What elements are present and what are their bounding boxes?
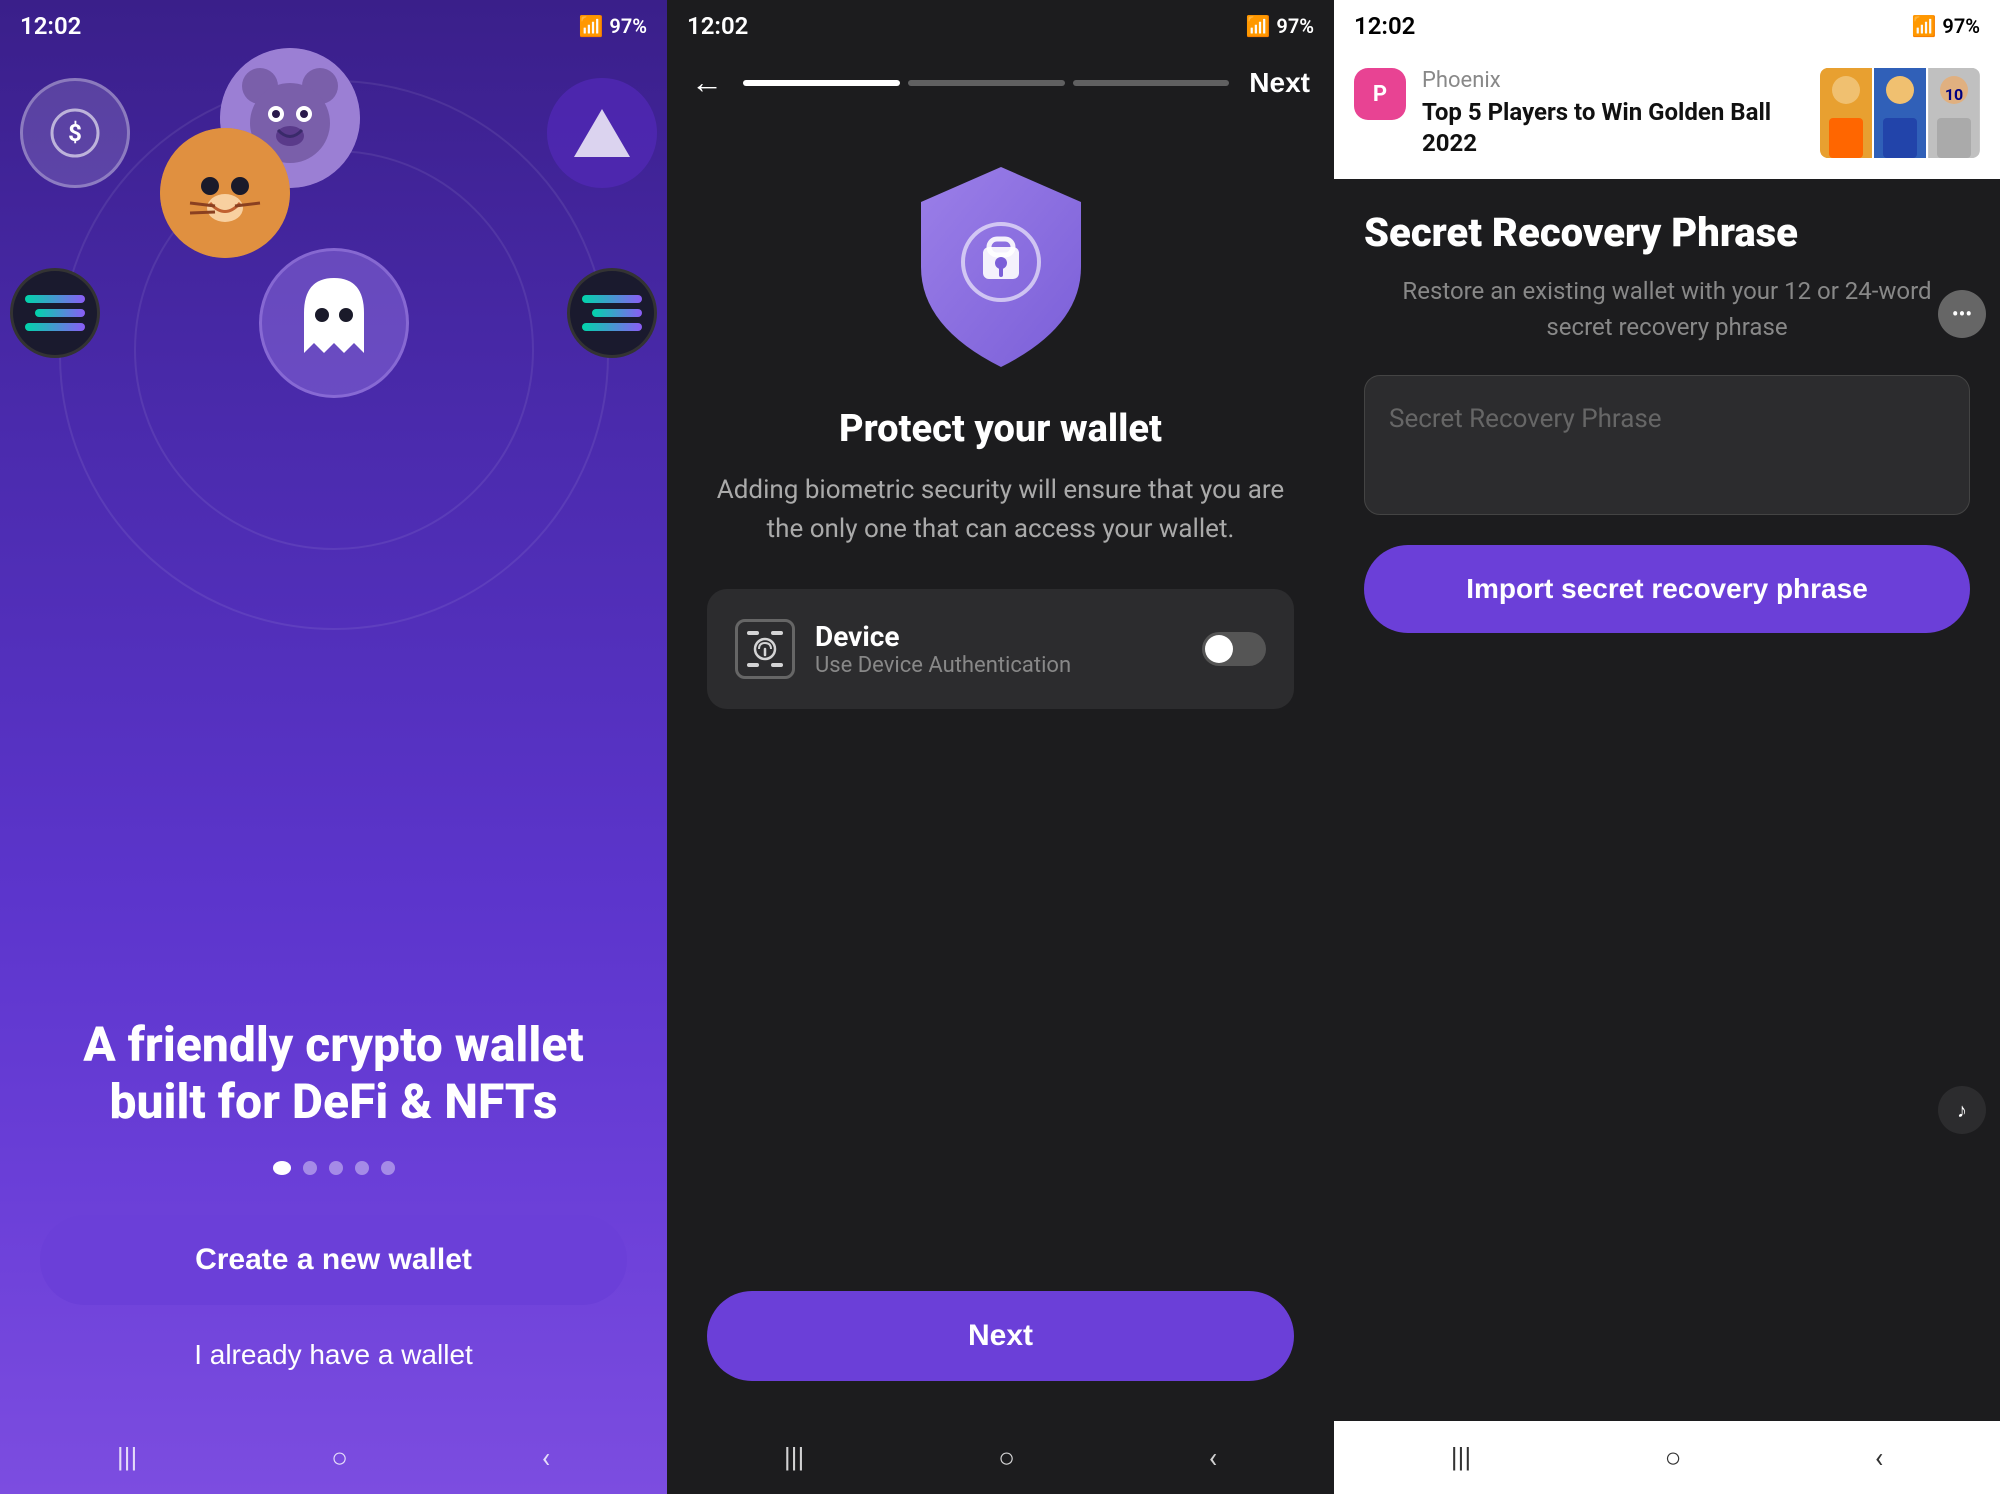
phoenix-notification[interactable]: P Phoenix Top 5 Players to Win Golden Ba… (1334, 48, 2000, 179)
next-button-main[interactable]: Next (707, 1291, 1294, 1381)
solana-stripes (25, 295, 85, 331)
home-icon-1[interactable]: ○ (331, 1441, 348, 1474)
back-icon-2[interactable]: ‹ (1209, 1441, 1217, 1474)
stripe-2 (35, 309, 85, 317)
player-2 (1874, 68, 1926, 158)
nav-bar-1: ||| ○ ‹ (0, 1421, 667, 1494)
spacer (707, 739, 1294, 1291)
more-options-button[interactable]: ••• (1938, 290, 1986, 338)
time-3: 12:02 (1354, 12, 1415, 40)
status-bar-3: 12:02 📶 97% (1334, 0, 2000, 48)
screen2-top-nav: ← Next (667, 48, 1334, 117)
have-wallet-button[interactable]: I already have a wallet (40, 1329, 627, 1381)
progress-seg-3 (1073, 80, 1230, 86)
device-sub: Use Device Authentication (815, 653, 1071, 678)
ghost-icon (259, 248, 409, 398)
dollar-icon: $ (20, 78, 130, 188)
stripe-r3 (582, 323, 642, 331)
phoenix-brand: Phoenix (1422, 68, 1804, 93)
player-3: 10 (1928, 68, 1980, 158)
stripe-r2 (592, 309, 642, 317)
secret-recovery-title: Secret Recovery Phrase (1364, 209, 1970, 257)
dot-1 (273, 1161, 291, 1175)
svg-text:$: $ (68, 119, 82, 147)
signal-icon-3: 📶 (1911, 14, 1936, 38)
phoenix-preview-image: 10 (1820, 68, 1980, 158)
screen1-title: A friendly crypto wallet built for DeFi … (40, 1016, 627, 1131)
progress-seg-1 (743, 80, 900, 86)
screen-1: 12:02 📶 97% $ (0, 0, 667, 1494)
menu-icon-3[interactable]: ||| (1451, 1441, 1472, 1474)
back-icon-1[interactable]: ‹ (542, 1441, 550, 1474)
status-icons-2: 📶 97% (1245, 14, 1314, 38)
screen2-description: Adding biometric security will ensure th… (707, 471, 1294, 549)
crypto-icons-area: $ (0, 48, 667, 996)
stripe-r1 (582, 295, 642, 303)
nav-bar-3: ||| ○ ‹ (1334, 1421, 2000, 1494)
screen-2: 12:02 📶 97% ← Next (667, 0, 1334, 1494)
music-button[interactable]: ♪ (1938, 1086, 1986, 1134)
status-icons-1: 📶 97% (578, 14, 647, 38)
dot-5 (381, 1161, 395, 1175)
phoenix-headline: Top 5 Players to Win Golden Ball 2022 (1422, 97, 1804, 159)
solana-right-icon (567, 268, 657, 358)
device-name: Device (815, 620, 1182, 653)
next-button-top[interactable]: Next (1249, 67, 1310, 99)
battery-2: 97% (1276, 14, 1314, 38)
battery-3: 97% (1942, 14, 1980, 38)
time-1: 12:02 (20, 12, 81, 40)
dot-2 (303, 1161, 317, 1175)
home-icon-3[interactable]: ○ (1665, 1441, 1682, 1474)
stripe-3 (25, 323, 85, 331)
screen-3: 12:02 📶 97% P Phoenix Top 5 Players to W… (1334, 0, 2000, 1494)
import-recovery-button[interactable]: Import secret recovery phrase (1364, 545, 1970, 633)
nav-bar-2: ||| ○ ‹ (667, 1421, 1334, 1494)
status-icons-3: 📶 97% (1911, 14, 1980, 38)
battery-1: 97% (609, 14, 647, 38)
shield-area (667, 117, 1334, 407)
home-icon-2[interactable]: ○ (998, 1441, 1015, 1474)
tiger-icon (160, 128, 290, 258)
menu-icon-2[interactable]: ||| (784, 1441, 805, 1474)
status-bar-2: 12:02 📶 97% (667, 0, 1334, 48)
back-icon-3[interactable]: ‹ (1875, 1441, 1883, 1474)
biometric-icon (735, 619, 795, 679)
recovery-phrase-input[interactable]: Secret Recovery Phrase (1364, 375, 1970, 515)
toggle-knob (1205, 635, 1233, 663)
stripe-1 (25, 295, 85, 303)
phoenix-text: Phoenix Top 5 Players to Win Golden Ball… (1422, 68, 1804, 159)
device-card: Device Use Device Authentication (707, 589, 1294, 709)
progress-seg-2 (908, 80, 1065, 86)
create-wallet-button[interactable]: Create a new wallet (40, 1215, 627, 1305)
music-icon: ♪ (1957, 1098, 1967, 1123)
device-toggle[interactable] (1202, 632, 1266, 666)
dot-3 (329, 1161, 343, 1175)
signal-icon-2: 📶 (1245, 14, 1270, 38)
screen2-title: Protect your wallet (707, 407, 1294, 451)
phoenix-logo: P (1354, 68, 1406, 120)
menu-icon-1[interactable]: ||| (117, 1441, 138, 1474)
arweave-icon (547, 78, 657, 188)
device-info: Device Use Device Authentication (815, 620, 1182, 678)
secret-recovery-desc: Restore an existing wallet with your 12 … (1364, 273, 1970, 345)
arweave-triangle (574, 109, 630, 157)
time-2: 12:02 (687, 12, 748, 40)
recovery-input-placeholder: Secret Recovery Phrase (1389, 404, 1662, 434)
screen1-text-area: A friendly crypto wallet built for DeFi … (0, 996, 667, 1421)
status-bar-1: 12:02 📶 97% (0, 0, 667, 48)
solana-left-icon (10, 268, 100, 358)
screen2-content: Protect your wallet Adding biometric sec… (667, 407, 1334, 1291)
screen3-dark-content: Secret Recovery Phrase Restore an existi… (1334, 179, 2000, 1421)
phoenix-logo-text: P (1373, 82, 1387, 107)
svg-text:10: 10 (1945, 85, 1963, 104)
more-icon: ••• (1952, 302, 1972, 326)
solana-stripes-right (582, 295, 642, 331)
dot-4 (355, 1161, 369, 1175)
shield-illustration (901, 157, 1101, 377)
dots-container (40, 1161, 627, 1175)
back-button[interactable]: ← (691, 64, 723, 101)
progress-bar (743, 80, 1229, 86)
player-1 (1820, 68, 1872, 158)
signal-icon: 📶 (578, 14, 603, 38)
